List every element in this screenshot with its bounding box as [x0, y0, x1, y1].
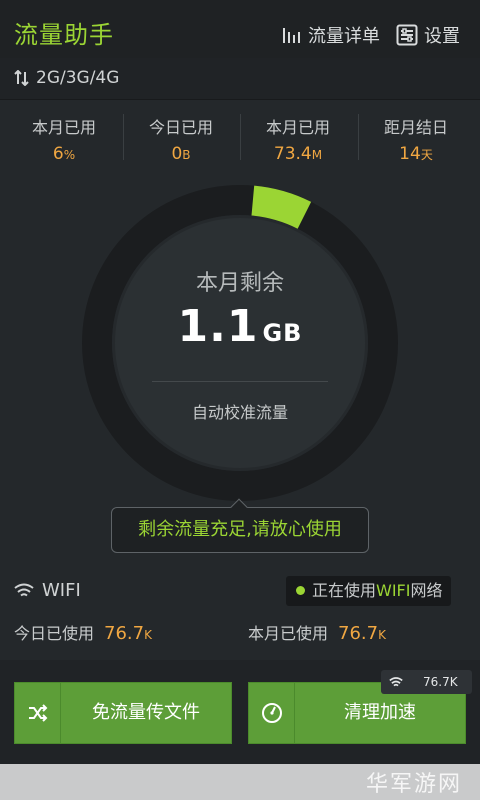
traffic-detail-label: 流量详单 — [308, 26, 380, 47]
stat-label: 本月已用 — [31, 118, 96, 137]
wifi-month-usage: 本月已使用 76.7K — [248, 623, 386, 644]
data-transfer-icon — [14, 70, 29, 86]
stat-month-used-amount: 本月已用 73.4M — [238, 114, 358, 164]
floating-speed-widget[interactable]: 76.7K — [381, 670, 472, 694]
wifi-label: WIFI — [42, 580, 81, 601]
shuffle-icon — [15, 683, 61, 743]
stat-value: 73.4M — [273, 144, 323, 164]
wifi-usage-row: 今日已使用 76.7K 本月已使用 76.7K — [0, 618, 480, 650]
stat-value: 0B — [171, 144, 191, 164]
status-dot-icon — [296, 586, 305, 595]
top-bar: 流量助手 流量详单 设置 — [0, 0, 480, 58]
network-type: 2G/3G/4G — [14, 68, 119, 88]
network-type-label: 2G/3G/4G — [36, 68, 120, 88]
traffic-gauge[interactable]: 本月剩余 1.1 GB 自动校准流量 — [82, 185, 398, 501]
settings-button[interactable]: 设置 — [396, 22, 460, 48]
stat-label: 本月已用 — [265, 118, 330, 137]
gauge-divider — [152, 381, 328, 382]
bar-chart-icon — [283, 28, 300, 43]
watermark: 华军游网 — [366, 772, 463, 797]
wifi-icon — [389, 676, 403, 686]
remaining-value: 1.1 GB — [177, 301, 303, 352]
free-transfer-button[interactable]: 免流量传文件 — [14, 682, 232, 744]
stat-month-used-percent: 本月已用 6% — [4, 114, 124, 164]
wifi-status-badge: 正在使用WIFI网络 — [286, 576, 451, 606]
speedometer-icon — [249, 683, 295, 743]
remaining-label: 本月剩余 — [195, 271, 284, 296]
wifi-icon — [14, 583, 34, 596]
stat-label: 距月结日 — [383, 118, 448, 137]
stat-value: 6% — [52, 144, 76, 164]
app-title: 流量助手 — [14, 21, 114, 49]
traffic-detail-button[interactable]: 流量详单 — [282, 22, 380, 48]
wifi-header: WIFI — [14, 580, 81, 601]
free-transfer-label: 免流量传文件 — [92, 702, 200, 723]
stat-today-used: 今日已用 0B — [121, 114, 241, 164]
wifi-section: WIFI 正在使用WIFI网络 — [0, 572, 480, 612]
settings-label: 设置 — [424, 26, 460, 47]
stat-days-to-settlement: 距月结日 14天 — [356, 114, 476, 164]
wifi-today-usage: 今日已使用 76.7K — [14, 623, 152, 644]
stat-label: 今日已用 — [148, 118, 213, 137]
auto-calibrate-button[interactable]: 自动校准流量 — [82, 399, 398, 423]
gauge-used-arc — [251, 185, 312, 229]
floating-speed-value: 76.7K — [423, 675, 458, 689]
settings-icon — [396, 24, 418, 46]
network-bar[interactable]: 2G/3G/4G — [0, 58, 480, 100]
stats-row: 本月已用 6% 今日已用 0B 本月已用 73.4M 距月结日 14天 — [0, 100, 480, 172]
stat-value: 14天 — [399, 144, 433, 164]
